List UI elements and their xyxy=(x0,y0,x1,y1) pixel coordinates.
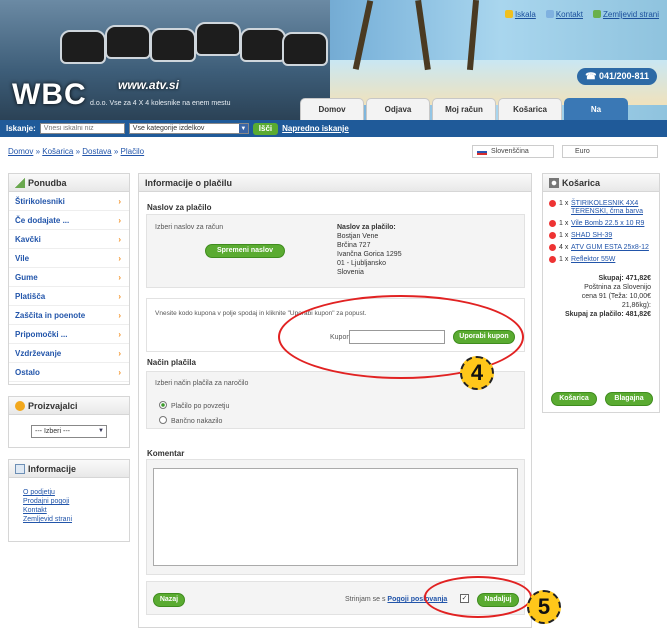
tab-account[interactable]: Moj račun xyxy=(432,98,496,120)
payment-option-cod[interactable]: Plačilo po povzetju xyxy=(159,401,229,410)
step-badge-5: 5 xyxy=(527,590,561,624)
cart-header: Košarica xyxy=(543,174,659,192)
billing-address: Naslov za plačilo: Bostjan Vene Brčina 7… xyxy=(337,224,402,276)
remove-icon[interactable] xyxy=(549,232,556,239)
payment-title: Informacije o plačilu xyxy=(139,174,531,192)
cart-item[interactable]: 1 x Reflektor 55W xyxy=(543,256,659,264)
category-item[interactable]: Gume › xyxy=(9,268,129,287)
highlight-oval-continue xyxy=(424,576,532,618)
info-header: Informacije xyxy=(9,460,129,478)
category-item[interactable]: Vzdrževanje › xyxy=(9,344,129,363)
cart-items: 1 x ŠTIRIKOLESNIK 4X4 TERENSKI, črna barv… xyxy=(543,192,659,264)
slovenia-flag-icon xyxy=(477,149,487,155)
category-item[interactable]: Platišča › xyxy=(9,287,129,306)
category-item[interactable]: Zaščita in poenote › xyxy=(9,306,129,325)
category-item[interactable]: Če dodajate ... › xyxy=(9,211,129,230)
info-link-terms[interactable]: Prodajni pogoji xyxy=(23,497,129,506)
radio-cod[interactable] xyxy=(159,401,167,409)
cart-item[interactable]: 1 x ŠTIRIKOLESNIK 4X4 TERENSKI, črna barv… xyxy=(543,200,659,216)
billing-address-box: Izberi naslov za račun Spremeni naslov N… xyxy=(146,214,525,288)
remove-icon[interactable] xyxy=(549,200,556,207)
currency-select[interactable]: Euro xyxy=(562,145,658,158)
top-link-search[interactable]: Iskala xyxy=(504,10,536,19)
cart-icon xyxy=(549,178,559,188)
manufacturers-box: Proizvajalci --- Izberi --- xyxy=(8,396,130,448)
category-item[interactable]: Pripomočki ... › xyxy=(9,325,129,344)
star-icon xyxy=(15,401,25,411)
tagline: d.o.o. Vse za 4 X 4 kolesnike na enem me… xyxy=(90,100,231,107)
crumb-home[interactable]: Domov xyxy=(8,147,33,156)
checkout-button[interactable]: Blagajna xyxy=(605,392,653,406)
crumb-shipping[interactable]: Dostava xyxy=(82,147,111,156)
language-select[interactable]: Slovenščina xyxy=(472,145,554,158)
categories-header: Ponudba xyxy=(9,174,129,192)
categories-box: Ponudba Štirikolesniki › Če dodajate ... … xyxy=(8,173,130,385)
cart-item[interactable]: 4 x ATV GUM ESTA 25x8-12 xyxy=(543,244,659,252)
info-link-about[interactable]: O podjetju xyxy=(23,488,129,497)
comment-box xyxy=(146,459,525,575)
search-bar: Iskanje: Vse kategorije izdelkov▼ Išči N… xyxy=(0,120,667,137)
manufacturer-select[interactable]: --- Izberi --- xyxy=(31,425,107,438)
header-banner: WBC www.atv.si d.o.o. Vse za 4 X 4 koles… xyxy=(0,0,667,120)
search-input[interactable] xyxy=(39,123,125,134)
cart-button[interactable]: Košarica xyxy=(551,392,597,406)
crumb-payment[interactable]: Plačilo xyxy=(121,147,145,156)
category-select[interactable]: Vse kategorije izdelkov ▼ xyxy=(128,123,249,134)
step-badge-4: 4 xyxy=(460,356,494,390)
comment-textarea[interactable] xyxy=(153,468,518,566)
comment-title: Komentar xyxy=(147,449,185,458)
billing-section-title: Naslov za plačilo xyxy=(147,203,212,212)
tab-logout[interactable]: Odjava xyxy=(366,98,430,120)
top-link-contact[interactable]: Kontakt xyxy=(545,10,583,19)
payment-hint: Izberi način plačila za naročilo xyxy=(155,380,249,387)
advanced-search-link[interactable]: Napredno iskanje xyxy=(282,124,349,133)
breadcrumb: Domov » Košarica » Dostava » Plačilo xyxy=(8,147,145,156)
category-list: Štirikolesniki › Če dodajate ... › Kavčki… xyxy=(9,192,129,382)
cart-box: Košarica 1 x ŠTIRIKOLESNIK 4X4 TERENSKI, … xyxy=(542,173,660,413)
info-box: Informacije O podjetju Prodajni pogoji K… xyxy=(8,459,130,542)
phone-number: ☎ 041/200-811 xyxy=(577,68,657,85)
remove-icon[interactable] xyxy=(549,256,556,263)
info-link-sitemap[interactable]: Zemljevid strani xyxy=(23,515,129,524)
category-item[interactable]: Kavčki › xyxy=(9,230,129,249)
tab-home[interactable]: Domov xyxy=(300,98,364,120)
category-item[interactable]: Štirikolesniki › xyxy=(9,192,129,211)
info-links: O podjetju Prodajni pogoji Kontakt Zemlj… xyxy=(9,478,129,524)
category-item[interactable]: Vile › xyxy=(9,249,129,268)
manufacturers-header: Proizvajalci xyxy=(9,397,129,415)
site-url: www.atv.si xyxy=(118,78,179,92)
info-icon xyxy=(15,464,25,474)
cart-item[interactable]: 1 x SHAD SH-39 xyxy=(543,232,659,240)
top-links: Iskala Kontakt Zemljevid strani xyxy=(504,10,659,19)
logo[interactable]: WBC xyxy=(12,78,87,112)
change-address-button[interactable]: Spremeni naslov xyxy=(205,244,285,258)
top-link-sitemap[interactable]: Zemljevid strani xyxy=(592,10,659,19)
crumb-cart[interactable]: Košarica xyxy=(42,147,73,156)
payment-option-bank[interactable]: Bančno nakazilo xyxy=(159,416,222,425)
cart-item[interactable]: 1 x Vile Bomb 22.5 x 10 R9 xyxy=(543,220,659,228)
main-tabs: Domov Odjava Moj račun Košarica Na blaga… xyxy=(300,98,628,120)
remove-icon[interactable] xyxy=(549,220,556,227)
tab-checkout[interactable]: Na blagajno xyxy=(564,98,628,120)
search-label: Iskanje: xyxy=(6,124,36,133)
tab-cart[interactable]: Košarica xyxy=(498,98,562,120)
cart-totals: Skupaj: 471,82€ Poštnina za Slovenijo ce… xyxy=(565,275,651,318)
info-link-contact[interactable]: Kontakt xyxy=(23,506,129,515)
radio-bank[interactable] xyxy=(159,416,167,424)
remove-icon[interactable] xyxy=(549,244,556,251)
warning-icon xyxy=(15,178,25,188)
billing-hint: Izberi naslov za račun xyxy=(155,224,224,231)
search-button[interactable]: Išči xyxy=(252,122,279,135)
back-button[interactable]: Nazaj xyxy=(153,593,185,607)
category-item[interactable]: Ostalo › xyxy=(9,363,129,382)
payment-panel: Informacije o plačilu Naslov za plačilo … xyxy=(138,173,532,628)
payment-method-title: Način plačila xyxy=(147,358,196,367)
